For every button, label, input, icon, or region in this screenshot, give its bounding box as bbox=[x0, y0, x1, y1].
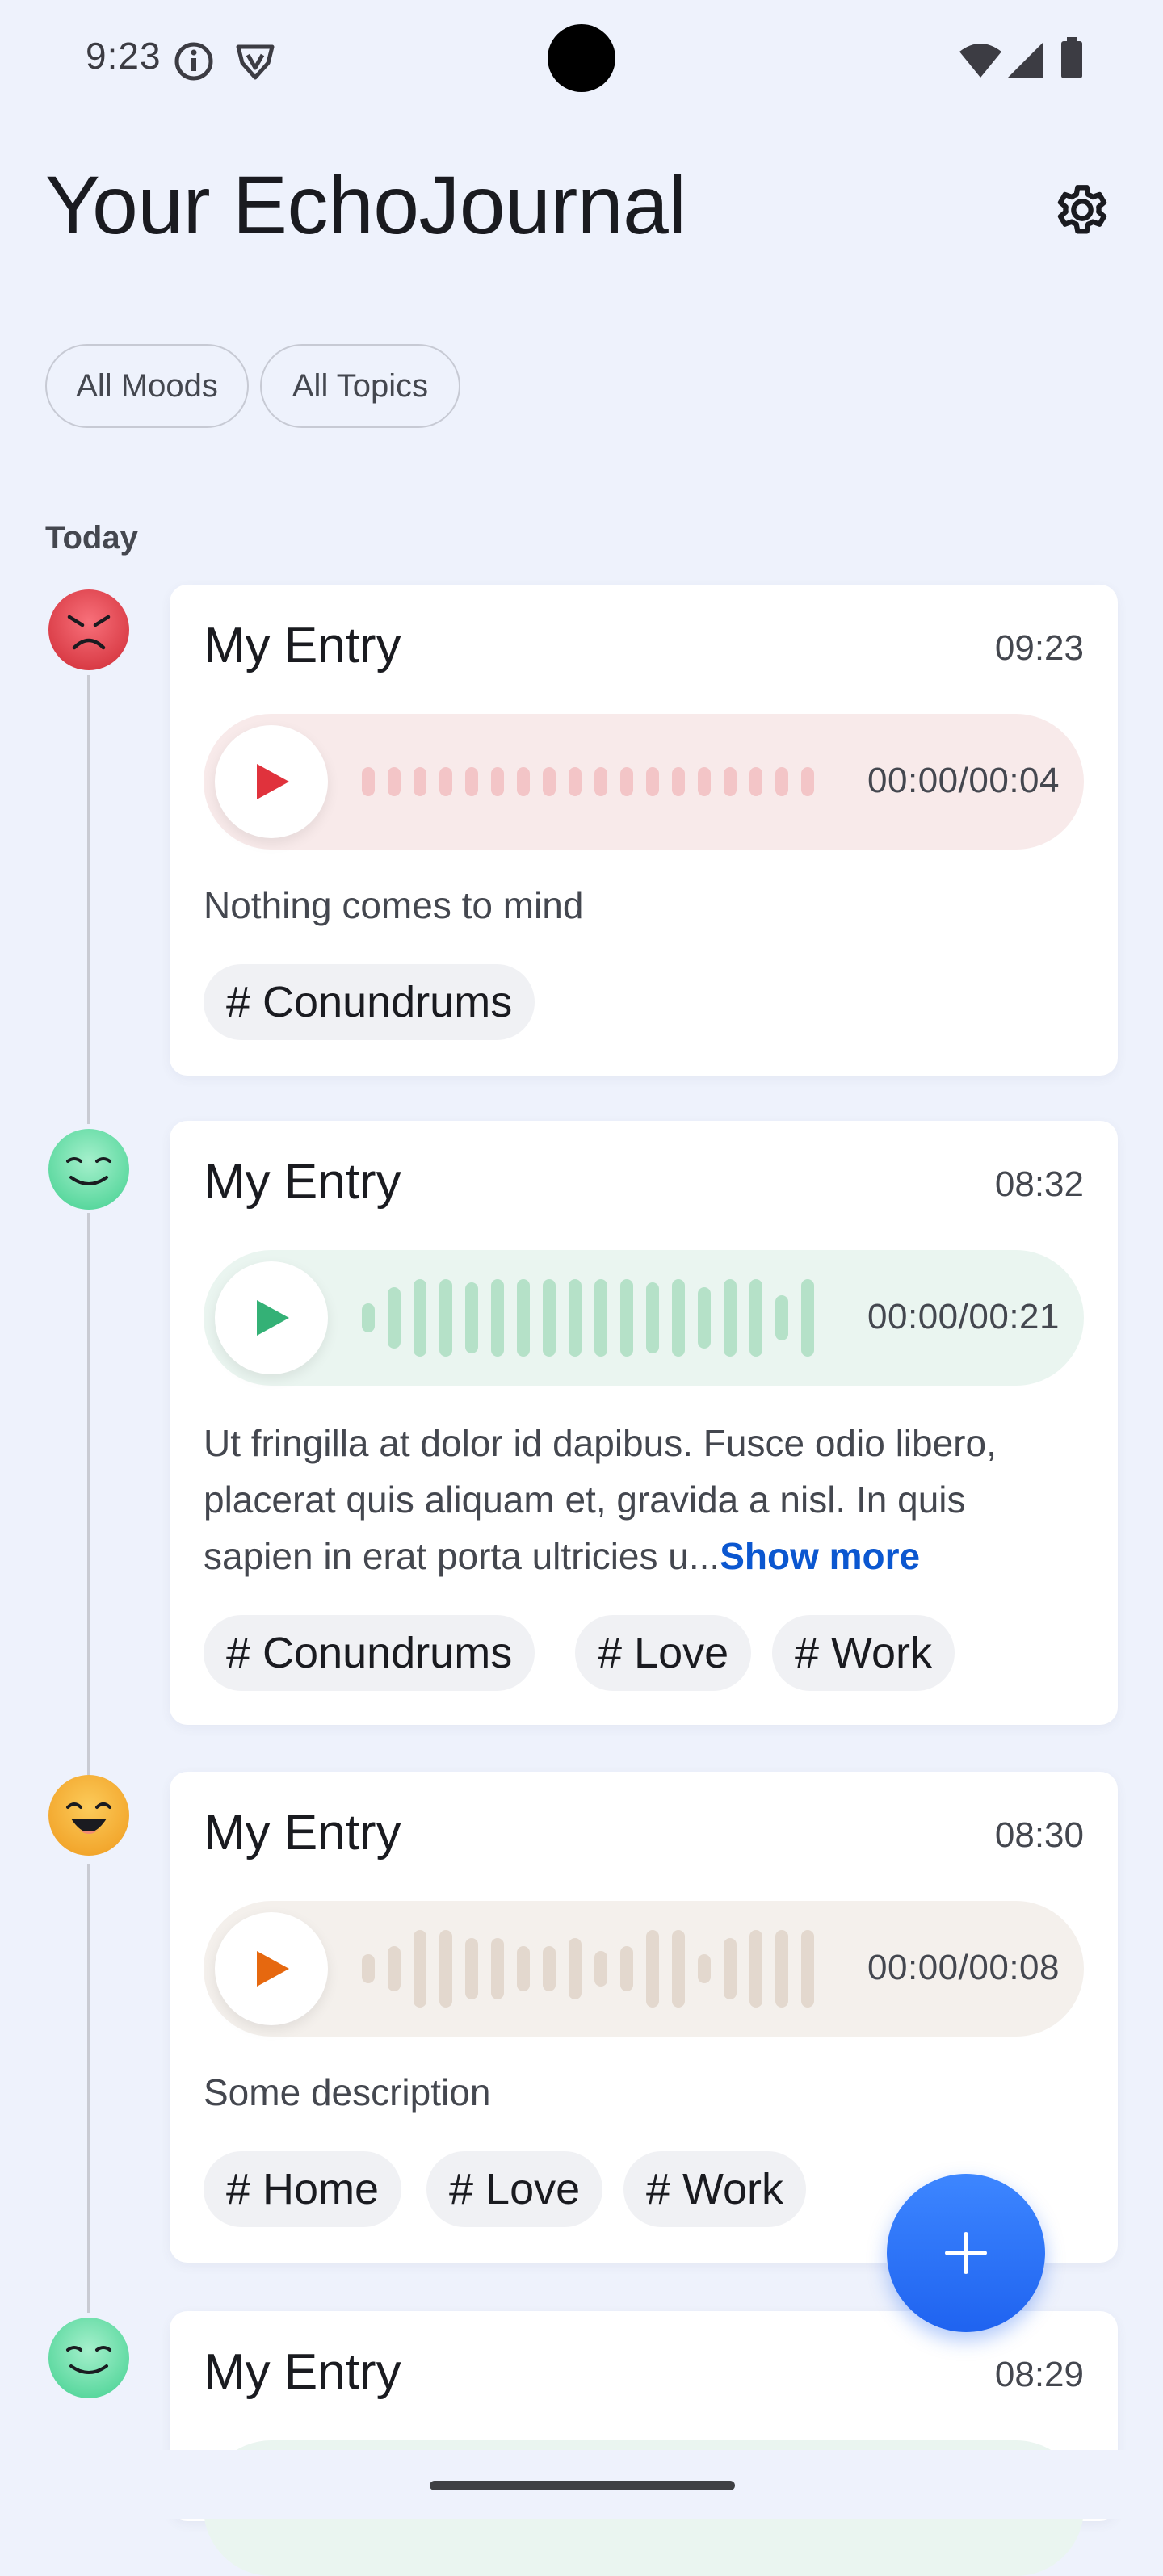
audio-player: 00:00/00:21 bbox=[204, 1250, 1084, 1386]
audio-player: 00:00/00:04 bbox=[204, 714, 1084, 850]
entry-card[interactable]: My Entry 09:23 00:00/00:04 Nothing comes… bbox=[170, 585, 1118, 1076]
timeline-line bbox=[87, 1864, 90, 2313]
entry-description: Ut fringilla at dolor id dapibus. Fusce … bbox=[204, 1415, 1084, 1584]
mood-peaceful-icon bbox=[48, 2318, 129, 2398]
gear-icon bbox=[1057, 185, 1107, 234]
entry-card[interactable]: My Entry 08:32 00:00/00:21 Ut fringilla … bbox=[170, 1121, 1118, 1725]
info-icon bbox=[174, 42, 213, 81]
waveform bbox=[362, 1930, 814, 2008]
topic-tag[interactable]: # Home bbox=[204, 2151, 402, 2227]
entry-time: 08:30 bbox=[994, 1815, 1084, 1855]
play-button[interactable] bbox=[215, 725, 328, 838]
play-button[interactable] bbox=[215, 1912, 328, 2025]
audio-duration: 00:00/00:04 bbox=[867, 761, 1060, 800]
add-entry-button[interactable] bbox=[887, 2174, 1045, 2332]
entry-time: 08:29 bbox=[994, 2355, 1084, 2394]
plus-icon bbox=[945, 2232, 987, 2274]
entry-title: My Entry bbox=[204, 1154, 401, 1210]
topic-tag[interactable]: # Love bbox=[426, 2151, 603, 2227]
entry-description: Some description bbox=[204, 2071, 491, 2113]
show-more-link[interactable]: Show more bbox=[720, 1535, 920, 1577]
play-button[interactable] bbox=[215, 1261, 328, 1374]
entry-time: 09:23 bbox=[994, 628, 1084, 668]
mood-peaceful-icon bbox=[48, 1129, 129, 1210]
filter-chip-moods[interactable]: All Moods bbox=[45, 344, 249, 428]
audio-duration: 00:00/00:08 bbox=[867, 1948, 1060, 1987]
topic-tag[interactable]: # Love bbox=[575, 1615, 752, 1691]
settings-button[interactable] bbox=[1050, 178, 1115, 242]
timeline-line bbox=[87, 1213, 90, 1775]
topic-tag[interactable]: # Work bbox=[772, 1615, 955, 1691]
wifi-icon bbox=[959, 44, 1001, 78]
timeline-line bbox=[87, 675, 90, 1124]
status-bar: 9:23 bbox=[0, 0, 1163, 113]
entry-time: 08:32 bbox=[994, 1164, 1084, 1204]
play-icon bbox=[257, 764, 289, 799]
topic-tag[interactable]: # Conundrums bbox=[204, 1615, 535, 1691]
topic-tag[interactable]: # Conundrums bbox=[204, 964, 535, 1040]
audio-duration: 00:00/00:21 bbox=[867, 1297, 1060, 1336]
play-icon bbox=[257, 1951, 289, 1987]
filter-chip-topics[interactable]: All Topics bbox=[260, 344, 460, 428]
mood-stressed-icon bbox=[48, 589, 129, 670]
camera-cutout bbox=[548, 24, 615, 92]
section-label-today: Today bbox=[45, 520, 138, 556]
entry-title: My Entry bbox=[204, 1805, 401, 1861]
vpn-shield-icon bbox=[236, 44, 275, 80]
play-icon bbox=[257, 1300, 289, 1336]
page-title: Your EchoJournal bbox=[45, 159, 686, 251]
status-time: 9:23 bbox=[86, 35, 162, 77]
signal-icon bbox=[1008, 42, 1043, 78]
home-indicator[interactable] bbox=[430, 2481, 735, 2490]
waveform bbox=[362, 767, 814, 796]
mood-excited-icon bbox=[48, 1775, 129, 1856]
battery-icon bbox=[1061, 37, 1082, 78]
waveform bbox=[362, 1279, 814, 1357]
topic-tag[interactable]: # Work bbox=[623, 2151, 807, 2227]
entry-title: My Entry bbox=[204, 2344, 401, 2400]
entry-title: My Entry bbox=[204, 618, 401, 673]
audio-player: 00:00/00:08 bbox=[204, 1901, 1084, 2037]
entry-description: Nothing comes to mind bbox=[204, 884, 584, 926]
